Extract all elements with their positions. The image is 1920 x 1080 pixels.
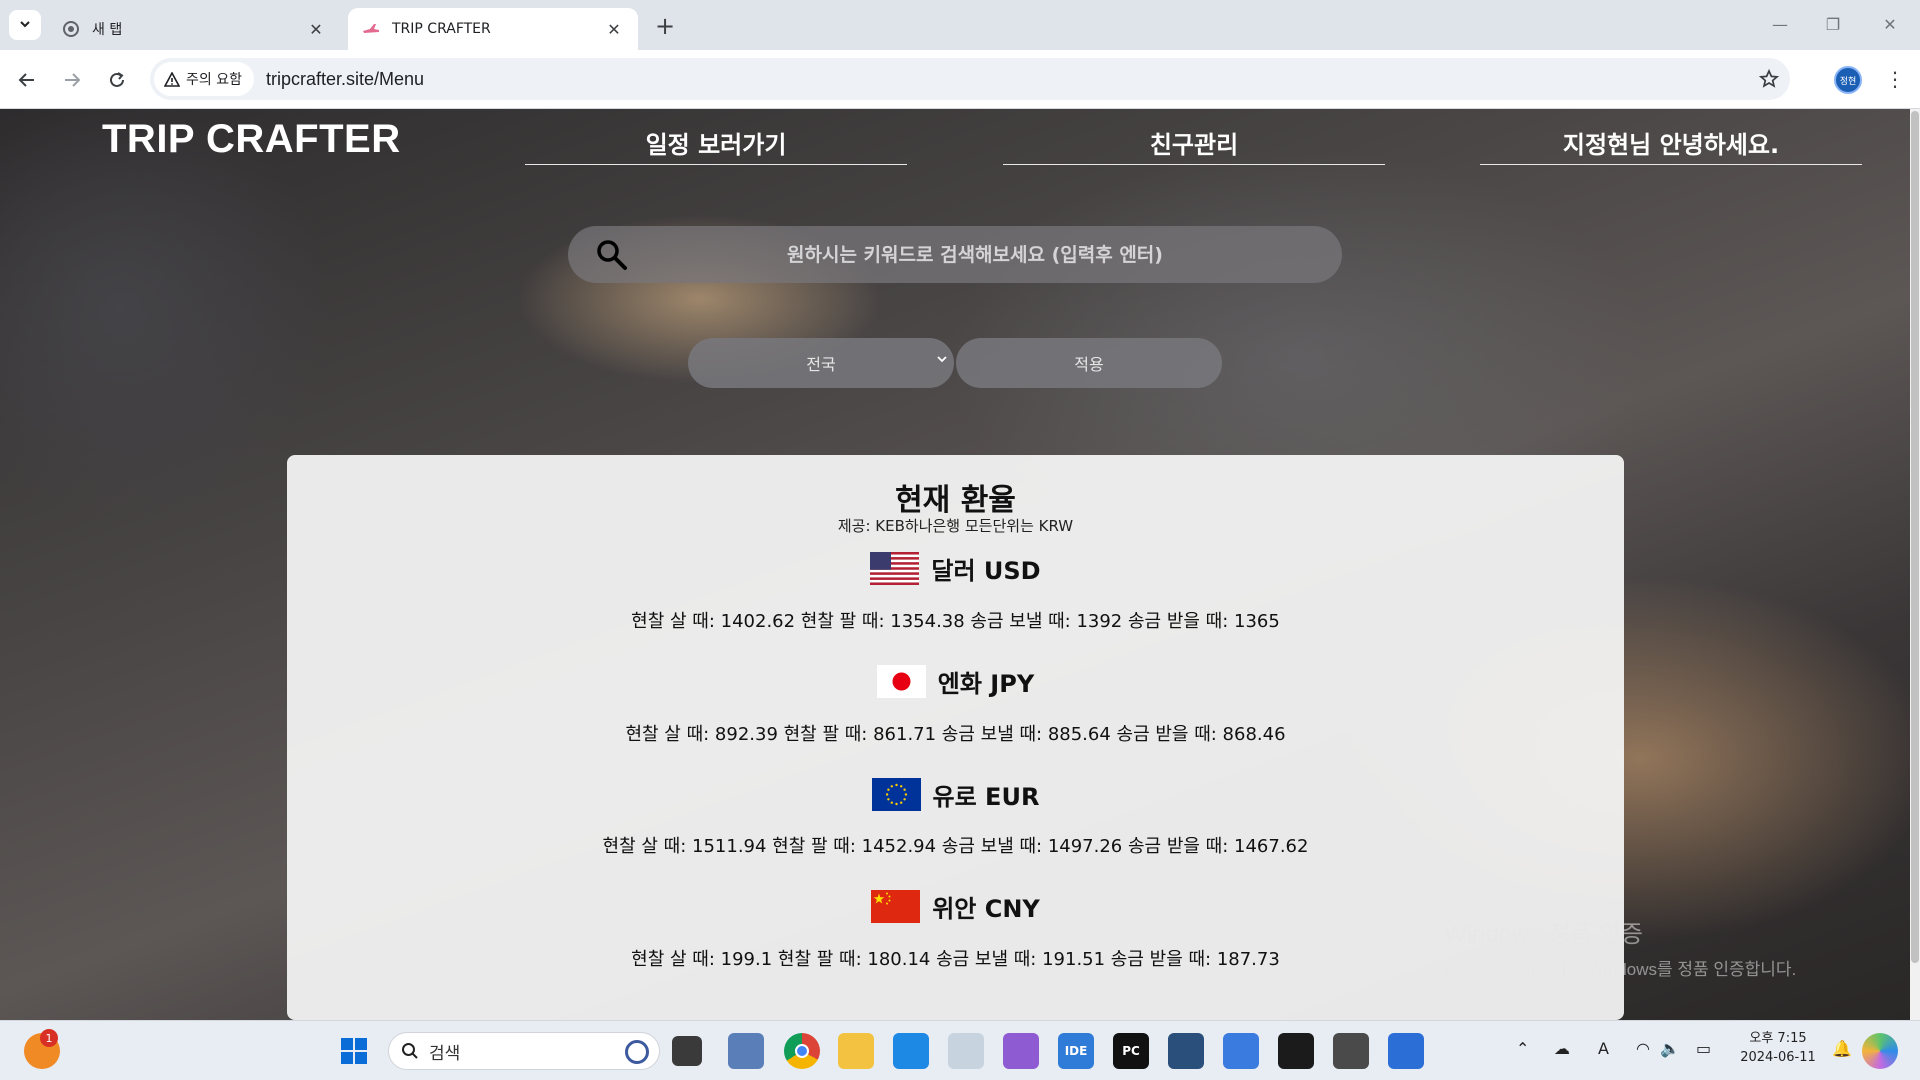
tab-trip-crafter[interactable]: TRIP CRAFTER ✕ bbox=[348, 8, 638, 50]
browser-tab-bar: 새 탭 ✕ TRIP CRAFTER ✕ + — ❐ ✕ bbox=[0, 0, 1920, 50]
ime-icon[interactable]: A bbox=[1598, 1039, 1609, 1058]
currency-name: 엔화 JPY bbox=[937, 670, 1035, 698]
address-bar[interactable]: 주의 요함 tripcrafter.site/Menu bbox=[150, 58, 1790, 100]
scrollbar-thumb[interactable] bbox=[1911, 111, 1919, 963]
reload-icon[interactable] bbox=[100, 63, 134, 97]
tab-title: 새 탭 bbox=[92, 22, 123, 38]
us-flag-icon bbox=[870, 552, 920, 585]
nav-friends[interactable]: 친구관리 bbox=[1003, 109, 1385, 165]
currency-name: 달러 USD bbox=[931, 557, 1041, 585]
site-logo[interactable]: TRIP CRAFTER bbox=[102, 117, 401, 162]
close-tab-icon[interactable]: ✕ bbox=[306, 19, 326, 39]
security-chip-label: 주의 요함 bbox=[186, 72, 242, 88]
chevron-down-icon bbox=[18, 16, 32, 35]
browser-toolbar: 주의 요함 tripcrafter.site/Menu 정현 ⋮ bbox=[0, 50, 1920, 109]
tab-new-tab[interactable]: 새 탭 ✕ bbox=[48, 8, 340, 50]
exchange-rate-provider: 제공: KEB하나은행 모든단위는 KRW bbox=[837, 517, 1074, 535]
region-select[interactable]: 전국 bbox=[688, 338, 954, 388]
taskbar-search[interactable]: 검색 bbox=[388, 1032, 660, 1070]
vscode-icon[interactable] bbox=[893, 1033, 929, 1069]
taskbar-search-label: 검색 bbox=[429, 1043, 461, 1064]
currency-heading-usd: 달러 USD bbox=[287, 551, 1624, 586]
currency-name: 유로 EUR bbox=[932, 783, 1040, 811]
currency-rate-line: 현찰 살 때: 199.1 현찰 팔 때: 180.14 송금 보낼 때: 19… bbox=[631, 949, 1280, 970]
exchange-rate-card: 현재 환율 제공: KEB하나은행 모든단위는 KRW 달러 USD 현찰 살 … bbox=[287, 455, 1624, 1020]
battery-icon[interactable]: ▭ bbox=[1696, 1039, 1711, 1058]
currency-name: 위안 CNY bbox=[932, 895, 1040, 923]
watermark-line-1: Windows 정품 인증 bbox=[1444, 921, 1644, 948]
windows-activation-watermark: Windows 정품 인증 [설정]으로 이동하여 Windows를 정품 인증… bbox=[1444, 914, 1796, 980]
windows-taskbar: 1 검색 IDE PC ⌃ ☁ A ◠ 🔈 ▭ 오후 7:15 2024-06-… bbox=[0, 1020, 1920, 1080]
chrome-icon bbox=[62, 20, 80, 38]
taskbar-clock[interactable]: 오후 7:15 2024-06-11 bbox=[1736, 1029, 1820, 1067]
tab-title: TRIP CRAFTER bbox=[392, 21, 491, 37]
task-view-icon[interactable] bbox=[672, 1036, 702, 1066]
currency-rate-line: 현찰 살 때: 1511.94 현찰 팔 때: 1452.94 송금 보낼 때:… bbox=[602, 836, 1309, 857]
wifi-icon[interactable]: ◠ bbox=[1636, 1039, 1650, 1058]
tab-search-button[interactable] bbox=[9, 10, 41, 40]
currency-rate-line: 현찰 살 때: 892.39 현찰 팔 때: 861.71 송금 보낼 때: 8… bbox=[625, 724, 1286, 745]
restore-icon[interactable]: ❐ bbox=[1813, 8, 1853, 40]
tray-overflow-icon[interactable]: ⌃ bbox=[1516, 1039, 1529, 1058]
start-icon[interactable] bbox=[336, 1033, 372, 1069]
currency-heading-cny: 위안 CNY bbox=[287, 889, 1624, 924]
console-icon[interactable] bbox=[1333, 1033, 1369, 1069]
exchange-rate-title: 현재 환율 bbox=[895, 483, 1016, 518]
watermark-line-2: [설정]으로 이동하여 Windows를 정품 인증합니다. bbox=[1444, 960, 1797, 979]
terminal-icon[interactable] bbox=[1278, 1033, 1314, 1069]
page-scrollbar[interactable] bbox=[1910, 109, 1920, 1020]
remote-icon[interactable] bbox=[1223, 1033, 1259, 1069]
currency-heading-jpy: 엔화 JPY bbox=[287, 664, 1624, 699]
nav-schedule[interactable]: 일정 보러가기 bbox=[525, 109, 907, 165]
security-chip[interactable]: 주의 요함 bbox=[154, 62, 254, 96]
file-explorer-icon[interactable] bbox=[838, 1033, 874, 1069]
copilot-icon[interactable] bbox=[1862, 1033, 1898, 1069]
currency-heading-eur: 유로 EUR bbox=[287, 777, 1624, 812]
close-window-icon[interactable]: ✕ bbox=[1870, 8, 1910, 40]
document-icon[interactable] bbox=[1388, 1033, 1424, 1069]
cn-flag-icon bbox=[871, 890, 921, 923]
wireshark-icon[interactable] bbox=[1168, 1033, 1204, 1069]
close-tab-icon[interactable]: ✕ bbox=[604, 19, 624, 39]
keyword-search-input[interactable] bbox=[568, 226, 1342, 283]
eu-flag-icon bbox=[871, 778, 921, 811]
profile-avatar[interactable]: 정현 bbox=[1834, 66, 1862, 94]
new-tab-button[interactable]: + bbox=[651, 12, 679, 40]
network-app-icon[interactable] bbox=[728, 1033, 764, 1069]
cloud-sync-icon[interactable]: ☁ bbox=[1554, 1039, 1570, 1058]
ide-icon[interactable]: IDE bbox=[1058, 1033, 1094, 1069]
apply-button[interactable]: 적용 bbox=[956, 338, 1222, 388]
more-menu-icon[interactable]: ⋮ bbox=[1880, 64, 1910, 94]
notification-badge: 1 bbox=[40, 1029, 58, 1047]
volume-muted-icon[interactable]: 🔈 bbox=[1660, 1039, 1680, 1058]
search-icon[interactable] bbox=[596, 239, 628, 275]
bookmark-star-icon[interactable] bbox=[1756, 66, 1782, 92]
copilot-search-icon bbox=[625, 1040, 649, 1064]
url-text[interactable]: tripcrafter.site/Menu bbox=[266, 69, 424, 90]
region-select-value: 전국 bbox=[806, 355, 836, 374]
jp-flag-icon bbox=[876, 665, 926, 698]
back-icon[interactable] bbox=[10, 63, 44, 97]
nav-user-greeting[interactable]: 지정현님 안녕하세요. bbox=[1480, 109, 1862, 165]
minimize-icon[interactable]: — bbox=[1760, 8, 1800, 40]
currency-rate-line: 현찰 살 때: 1402.62 현찰 팔 때: 1354.38 송금 보낼 때:… bbox=[631, 611, 1280, 632]
visual-studio-icon[interactable] bbox=[1003, 1033, 1039, 1069]
search-icon bbox=[401, 1042, 419, 1060]
snipping-icon[interactable] bbox=[948, 1033, 984, 1069]
page-background: TRIP CRAFTER 일정 보러가기 친구관리 지정현님 안녕하세요. 전국… bbox=[0, 109, 1910, 1020]
notification-bell-icon[interactable]: 🔔 bbox=[1832, 1039, 1852, 1058]
forward-icon[interactable] bbox=[55, 63, 89, 97]
chevron-down-icon bbox=[936, 353, 948, 369]
keyword-search-bar bbox=[568, 226, 1342, 283]
clock-date: 2024-06-11 bbox=[1740, 1050, 1816, 1065]
warning-icon bbox=[164, 71, 180, 87]
airplane-favicon-icon bbox=[362, 20, 380, 38]
pycharm-icon[interactable]: PC bbox=[1113, 1033, 1149, 1069]
clock-time: 오후 7:15 bbox=[1749, 1031, 1807, 1046]
chrome-icon[interactable] bbox=[784, 1033, 820, 1069]
